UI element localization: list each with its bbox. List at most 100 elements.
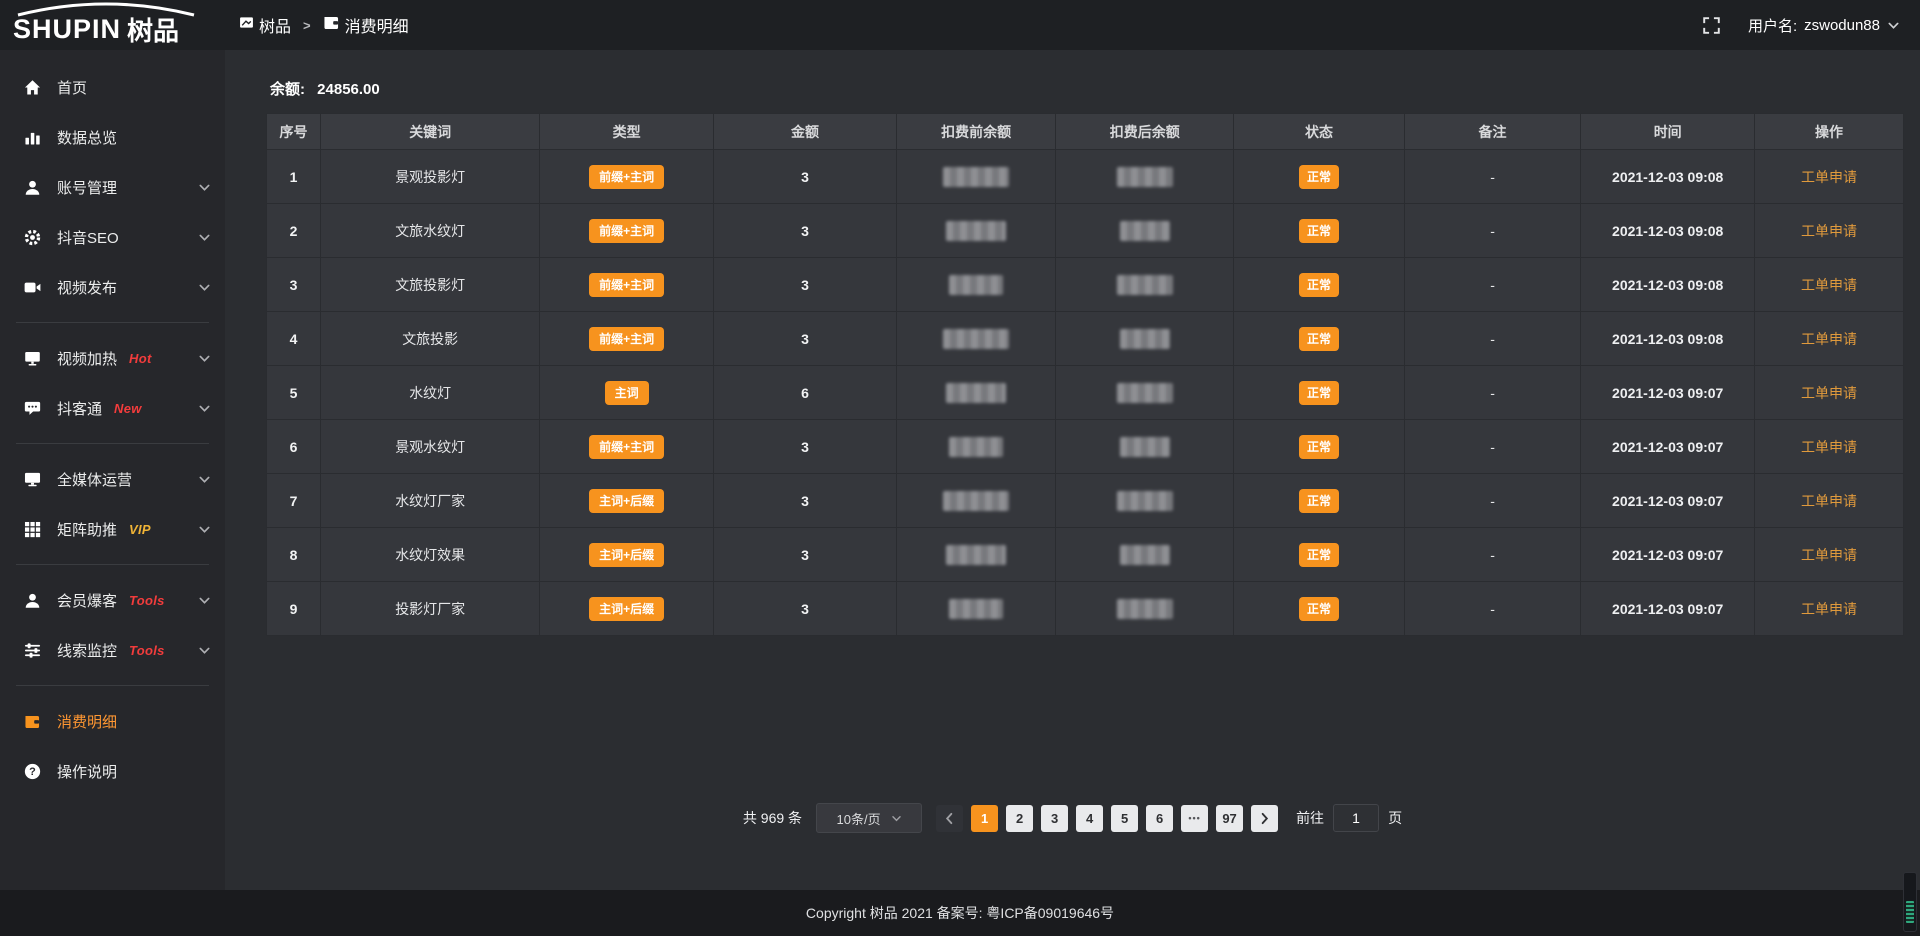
brand-logo: SHUPIN 树品 xyxy=(0,0,225,50)
chevron-down-icon xyxy=(198,473,211,486)
page-button-2[interactable]: 2 xyxy=(1006,805,1033,832)
status-badge: 正常 xyxy=(1299,381,1339,405)
sidebar-item-label: 会员爆客 xyxy=(57,590,117,611)
sidebar-item-label: 抖音SEO xyxy=(57,227,119,248)
sidebar-item-label: 操作说明 xyxy=(57,761,117,782)
sidebar-item-4[interactable]: 视频发布 xyxy=(0,262,225,312)
next-page-button[interactable] xyxy=(1251,805,1278,832)
sliders-icon xyxy=(24,642,42,659)
cell-index: 2 xyxy=(267,204,321,258)
masked-value xyxy=(1117,167,1173,187)
page-button-3[interactable]: 3 xyxy=(1041,805,1068,832)
sidebar-item-label: 线索监控 xyxy=(57,640,117,661)
cell-index: 5 xyxy=(267,366,321,420)
breadcrumb-current[interactable]: 消费明细 xyxy=(323,13,409,37)
cell-action: 工单申请 xyxy=(1754,528,1903,582)
cell-balance-after xyxy=(1056,258,1234,312)
cell-keyword: 水纹灯 xyxy=(321,366,540,420)
sidebar-item-7[interactable]: 抖客通 New xyxy=(0,383,225,433)
type-badge: 前缀+主词 xyxy=(589,273,664,297)
work-order-link[interactable]: 工单申请 xyxy=(1801,331,1857,347)
user-menu[interactable]: 用户名: zswodun88 xyxy=(1748,15,1900,36)
column-header: 扣费后余额 xyxy=(1056,114,1234,150)
work-order-link[interactable]: 工单申请 xyxy=(1801,277,1857,293)
page-size-select[interactable]: 10条/页 xyxy=(816,803,922,833)
status-badge: 正常 xyxy=(1299,165,1339,189)
cell-status: 正常 xyxy=(1234,204,1404,258)
scrollbar-widget[interactable] xyxy=(1903,872,1917,932)
sidebar-item-16[interactable]: ? 操作说明 xyxy=(0,746,225,796)
work-order-link[interactable]: 工单申请 xyxy=(1801,385,1857,401)
svg-text:?: ? xyxy=(29,766,36,778)
cell-balance-before xyxy=(897,312,1056,366)
fullscreen-icon[interactable] xyxy=(1703,17,1720,34)
sidebar-item-badge: New xyxy=(114,401,142,416)
column-header: 操作 xyxy=(1754,114,1903,150)
page-size-value: 10条/页 xyxy=(837,809,881,828)
cell-balance-before xyxy=(897,366,1056,420)
work-order-link[interactable]: 工单申请 xyxy=(1801,169,1857,185)
cell-amount: 3 xyxy=(713,582,896,636)
cell-note: - xyxy=(1404,420,1581,474)
cell-amount: 3 xyxy=(713,204,896,258)
status-badge: 正常 xyxy=(1299,219,1339,243)
column-header: 类型 xyxy=(540,114,714,150)
sidebar-item-15[interactable]: 消费明细 xyxy=(0,696,225,746)
sidebar-item-10[interactable]: 矩阵助推VIP xyxy=(0,504,225,554)
sidebar-item-0[interactable]: 首页 xyxy=(0,62,225,112)
sidebar-item-3[interactable]: 抖音SEO xyxy=(0,212,225,262)
cell-type: 前缀+主词 xyxy=(540,204,714,258)
scrollbar-thumb[interactable] xyxy=(1906,901,1914,923)
work-order-link[interactable]: 工单申请 xyxy=(1801,493,1857,509)
work-order-link[interactable]: 工单申请 xyxy=(1801,547,1857,563)
sidebar-item-label: 视频加热 xyxy=(57,348,117,369)
column-header: 关键词 xyxy=(321,114,540,150)
type-badge: 前缀+主词 xyxy=(589,219,664,243)
cell-action: 工单申请 xyxy=(1754,474,1903,528)
page-button-5[interactable]: 5 xyxy=(1111,805,1138,832)
page-button-4[interactable]: 4 xyxy=(1076,805,1103,832)
wallet-icon xyxy=(323,14,340,36)
sidebar-item-label: 抖客通 xyxy=(57,398,102,419)
cell-time: 2021-12-03 09:07 xyxy=(1581,528,1755,582)
work-order-link[interactable]: 工单申请 xyxy=(1801,439,1857,455)
cell-action: 工单申请 xyxy=(1754,312,1903,366)
breadcrumb-home[interactable]: 树品 xyxy=(239,13,291,37)
status-badge: 正常 xyxy=(1299,435,1339,459)
more-pages-button[interactable]: ••• xyxy=(1181,805,1208,832)
table-row: 8水纹灯效果主词+后缀3正常-2021-12-03 09:07工单申请 xyxy=(267,528,1904,582)
breadcrumb-separator: > xyxy=(303,18,311,33)
cell-action: 工单申请 xyxy=(1754,150,1903,204)
cell-time: 2021-12-03 09:08 xyxy=(1581,312,1755,366)
page-button-6[interactable]: 6 xyxy=(1146,805,1173,832)
video-player-icon xyxy=(24,350,42,367)
sidebar-item-12[interactable]: 会员爆客 Tools xyxy=(0,575,225,625)
cell-amount: 3 xyxy=(713,474,896,528)
cell-index: 4 xyxy=(267,312,321,366)
breadcrumb-current-label: 消费明细 xyxy=(345,13,409,37)
prev-page-button[interactable] xyxy=(936,805,963,832)
cell-balance-before xyxy=(897,150,1056,204)
sidebar-divider xyxy=(16,685,209,686)
cell-status: 正常 xyxy=(1234,582,1404,636)
cell-note: - xyxy=(1404,312,1581,366)
cell-balance-before xyxy=(897,528,1056,582)
sidebar-item-6[interactable]: 视频加热Hot xyxy=(0,333,225,383)
sidebar-item-badge: Tools xyxy=(129,593,165,608)
work-order-link[interactable]: 工单申请 xyxy=(1801,223,1857,239)
sidebar-item-1[interactable]: 数据总览 xyxy=(0,112,225,162)
sidebar-item-2[interactable]: 账号管理 xyxy=(0,162,225,212)
sidebar-item-9[interactable]: 全媒体运营 xyxy=(0,454,225,504)
cell-balance-after xyxy=(1056,312,1234,366)
status-badge: 正常 xyxy=(1299,327,1339,351)
goto-page-input[interactable] xyxy=(1333,804,1379,832)
cell-keyword: 文旅投影灯 xyxy=(321,258,540,312)
page-button-1[interactable]: 1 xyxy=(971,805,998,832)
breadcrumb: 树品 > 消费明细 xyxy=(239,13,409,37)
cell-type: 前缀+主词 xyxy=(540,150,714,204)
page-button-97[interactable]: 97 xyxy=(1216,805,1243,832)
sidebar-item-13[interactable]: 线索监控Tools xyxy=(0,625,225,675)
cell-type: 前缀+主词 xyxy=(540,312,714,366)
work-order-link[interactable]: 工单申请 xyxy=(1801,601,1857,617)
cell-balance-before xyxy=(897,582,1056,636)
